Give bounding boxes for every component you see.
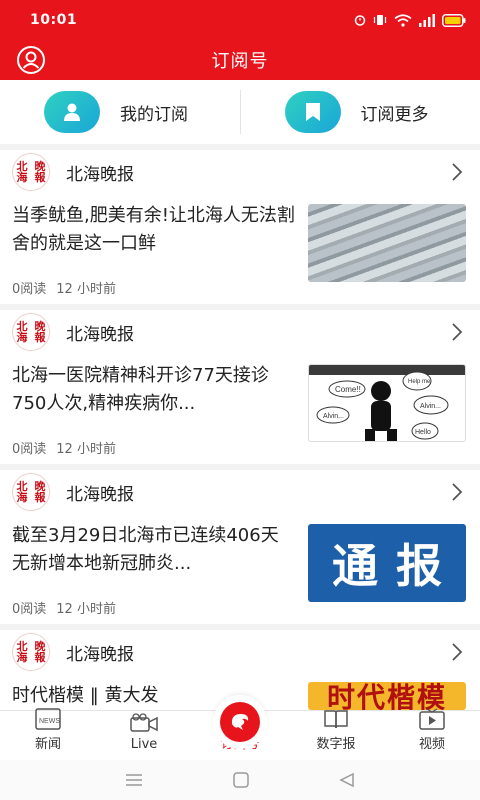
- source-name: 北海晚报: [66, 644, 134, 665]
- nav-live-label: Live: [130, 737, 158, 752]
- my-subscriptions-button[interactable]: 我的订阅: [0, 80, 240, 144]
- article-title[interactable]: 当季鱿鱼,肥美有余!让北海人无法割舍的就是这一口鲜: [12, 202, 296, 258]
- svg-text:Alvin...: Alvin...: [323, 413, 344, 420]
- card-header: 北海 晚報 北海晚报: [12, 630, 466, 674]
- article-thumbnail[interactable]: Come!! Help me Alvin... Alvin... Hello: [308, 364, 466, 442]
- card-header: 北海 晚報 北海晚报: [12, 470, 466, 514]
- status-icons: [354, 13, 466, 27]
- svg-text:Alvin...: Alvin...: [420, 403, 441, 410]
- card-header: 北海 晚報 北海晚报: [12, 150, 466, 194]
- back-icon[interactable]: [339, 772, 355, 788]
- article-thumbnail[interactable]: 通 报: [308, 524, 466, 602]
- chevron-right-icon[interactable]: [450, 162, 464, 182]
- nav-digital-paper-label: 数字报: [316, 737, 356, 752]
- publish-time: 12 小时前: [56, 282, 116, 297]
- article-meta: 0阅读 12 小时前: [12, 598, 296, 617]
- article-title[interactable]: 截至3月29日北海市已连续406天无新增本地新冠肺炎...: [12, 522, 296, 578]
- my-subscriptions-label: 我的订阅: [120, 104, 188, 125]
- person-icon: [44, 91, 100, 133]
- camera-icon: [130, 712, 158, 734]
- book-icon: [323, 708, 349, 730]
- svg-text:Come!!: Come!!: [335, 385, 361, 394]
- more-subscriptions-button[interactable]: 订阅更多: [241, 80, 480, 144]
- nav-live[interactable]: Live: [96, 711, 192, 760]
- nav-subscribe[interactable]: 订阅号: [192, 695, 288, 760]
- home-icon[interactable]: [233, 772, 249, 788]
- chevron-right-icon[interactable]: [450, 642, 464, 662]
- svg-text:Help me: Help me: [408, 379, 431, 385]
- source-name: 北海晚报: [66, 164, 134, 185]
- article-card[interactable]: 北海 晚報 北海晚报 截至3月29日北海市已连续406天无新增本地新冠肺炎... …: [0, 470, 480, 624]
- source-logo: 北海 晚報: [12, 313, 50, 351]
- vibrate-icon: [373, 15, 387, 25]
- status-bar: 10:01: [0, 0, 480, 40]
- alarm-icon: [354, 15, 366, 26]
- more-subscriptions-label: 订阅更多: [360, 104, 429, 125]
- article-meta: 0阅读 12 小时前: [12, 438, 296, 457]
- page-title: 订阅号: [211, 51, 269, 72]
- source-logo: 北海 晚報: [12, 633, 50, 671]
- menu-icon[interactable]: [125, 773, 143, 787]
- source-logo: 北海 晚報: [12, 473, 50, 511]
- nav-news[interactable]: NEWS 新闻: [0, 708, 96, 760]
- nav-video[interactable]: 视频: [384, 708, 480, 760]
- status-time: 10:01: [30, 12, 78, 28]
- bottom-nav: NEWS 新闻 Live 订阅号 数字报 视频: [0, 695, 480, 760]
- article-thumbnail[interactable]: 时代楷模: [308, 682, 466, 710]
- chevron-right-icon[interactable]: [450, 322, 464, 342]
- subscribe-bar: 我的订阅 订阅更多: [0, 80, 480, 144]
- chevron-right-icon[interactable]: [450, 482, 464, 502]
- card-header: 北海 晚報 北海晚报: [12, 310, 466, 354]
- svg-text:Hello: Hello: [415, 429, 431, 436]
- signal-icon: [419, 13, 435, 27]
- wifi-icon: [394, 13, 412, 27]
- news-icon: NEWS: [35, 708, 61, 730]
- article-feed: 北海 晚報 北海晚报 当季鱿鱼,肥美有余!让北海人无法割舍的就是这一口鲜 0阅读 1…: [0, 150, 480, 710]
- subscribe-icon: [213, 695, 267, 749]
- battery-icon: [442, 13, 466, 27]
- article-meta: 0阅读 12 小时前: [12, 278, 296, 297]
- publish-time: 12 小时前: [56, 602, 116, 617]
- svg-text:NEWS: NEWS: [39, 718, 60, 725]
- article-title[interactable]: 北海一医院精神科开诊77天接诊750人次,精神疾病你...: [12, 362, 296, 418]
- publish-time: 12 小时前: [56, 442, 116, 457]
- nav-news-label: 新闻: [34, 737, 61, 752]
- nav-digital-paper[interactable]: 数字报: [288, 708, 384, 760]
- system-nav-bar: [0, 760, 480, 800]
- title-bar: 订阅号: [0, 40, 480, 80]
- article-card[interactable]: 北海 晚報 北海晚报 当季鱿鱼,肥美有余!让北海人无法割舍的就是这一口鲜 0阅读 1…: [0, 150, 480, 304]
- read-count: 0阅读: [12, 442, 47, 457]
- article-thumbnail[interactable]: [308, 204, 466, 282]
- app-header: 10:01 订阅号: [0, 0, 480, 80]
- article-card[interactable]: 北海 晚報 北海晚报 北海一医院精神科开诊77天接诊750人次,精神疾病你... …: [0, 310, 480, 464]
- nav-video-label: 视频: [418, 737, 445, 752]
- read-count: 0阅读: [12, 282, 47, 297]
- bookmark-icon: [284, 91, 341, 133]
- user-icon: [17, 46, 45, 74]
- source-name: 北海晚报: [66, 324, 134, 345]
- source-logo: 北海 晚報: [12, 153, 50, 191]
- profile-button[interactable]: [15, 44, 47, 76]
- tv-icon: [419, 708, 445, 730]
- read-count: 0阅读: [12, 602, 47, 617]
- source-name: 北海晚报: [66, 484, 134, 505]
